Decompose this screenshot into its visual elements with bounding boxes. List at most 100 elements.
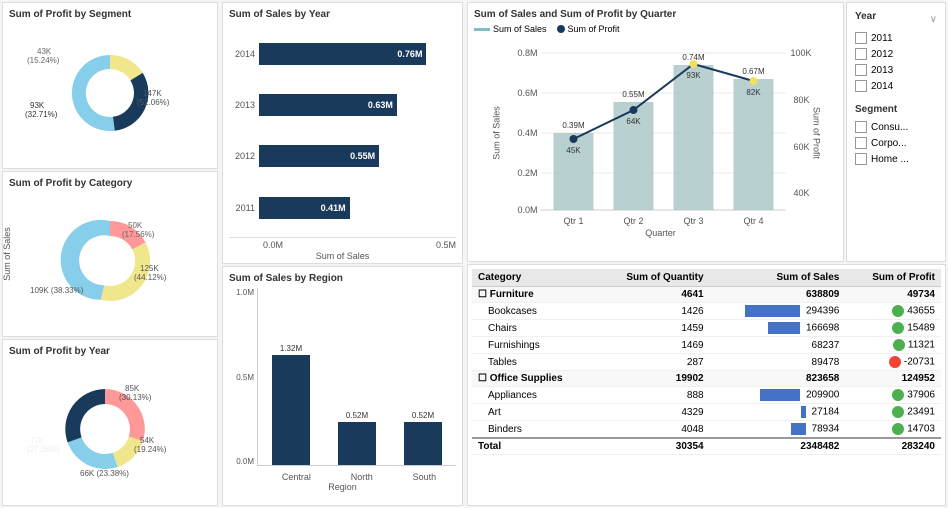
furniture-name: ☐ Furniture (472, 287, 595, 303)
svg-text:50K: 50K (128, 221, 143, 230)
year-2014-checkbox[interactable] (855, 80, 867, 92)
year-2012-checkbox[interactable] (855, 48, 867, 60)
furnishings-profit: 11321 (845, 337, 941, 354)
svg-text:Qtr 2: Qtr 2 (623, 216, 643, 226)
office-supplies-sales: 823658 (710, 371, 846, 387)
year-filter-title: Year (855, 11, 876, 22)
sales-by-region-chart: Sum of Sales by Region 1.0M 0.5M 0.0M 1.… (222, 266, 463, 506)
sales-by-year-title: Sum of Sales by Year (229, 9, 456, 20)
chairs-name: Chairs (472, 320, 595, 337)
furniture-sales: 638809 (710, 287, 846, 303)
data-table-container: Category Sum of Quantity Sum of Sales Su… (467, 264, 946, 506)
legend-sales-label: Sum of Sales (493, 24, 547, 34)
svg-text:60K: 60K (794, 142, 810, 152)
total-sales: 2348482 (710, 438, 846, 455)
svg-text:147K: 147K (143, 89, 162, 98)
segment-home-checkbox[interactable] (855, 153, 867, 165)
year-2013-checkbox[interactable] (855, 64, 867, 76)
svg-text:0.0M: 0.0M (518, 205, 538, 215)
svg-text:125K: 125K (140, 264, 159, 273)
svg-text:109K (38.33%): 109K (38.33%) (30, 286, 84, 295)
col-category: Category (472, 269, 595, 287)
year-label-2012: 2012 (235, 151, 255, 161)
binders-name: Binders (472, 421, 595, 439)
svg-text:(27.26%): (27.26%) (27, 445, 60, 454)
svg-text:45K: 45K (566, 146, 581, 155)
bar-central: 1.32M (272, 344, 310, 465)
bookcases-profit: 43655 (845, 303, 941, 320)
x-label-05: 0.5M (436, 240, 456, 250)
y-axis-region: 1.0M 0.5M 0.0M (229, 288, 257, 482)
year-filter-arrow[interactable]: ∨ (930, 14, 937, 25)
furniture-qty: 4641 (595, 287, 709, 303)
svg-text:Sum of Sales: Sum of Sales (492, 106, 502, 160)
segment-corporate-label: Corpo... (871, 138, 907, 149)
svg-text:0.6M: 0.6M (518, 88, 538, 98)
profit-by-segment-title: Sum of Profit by Segment (9, 9, 211, 20)
top-row: Sum of Sales and Sum of Profit by Quarte… (467, 2, 946, 262)
sales-by-region-title: Sum of Sales by Region (229, 273, 456, 284)
svg-text:(44.12%): (44.12%) (134, 273, 167, 282)
profit-by-segment-chart: Sum of Profit by Segment 43K (2, 2, 218, 169)
sales-bar-2013: 0.63M (259, 94, 456, 116)
office-supplies-name: ☐ Office Supplies (472, 371, 595, 387)
region-label-central: Central (282, 472, 311, 482)
tables-profit: -20731 (845, 354, 941, 371)
segment-home-item[interactable]: Home ... (855, 153, 937, 165)
y-label-05m: 0.5M (236, 373, 254, 382)
svg-text:Quarter: Quarter (645, 228, 676, 238)
svg-text:(52.06%): (52.06%) (137, 98, 170, 107)
combo-chart-title: Sum of Sales and Sum of Profit by Quarte… (474, 9, 837, 20)
svg-text:54K: 54K (140, 436, 155, 445)
year-2012-item[interactable]: 2012 (855, 48, 937, 60)
bar-q4 (734, 79, 774, 210)
year-label-2013: 2013 (235, 100, 255, 110)
segment-filter: Segment Consu... Corpo... Home ... (855, 104, 937, 165)
segment-corporate-checkbox[interactable] (855, 137, 867, 149)
furniture-profit: 49734 (845, 287, 941, 303)
table-row: Tables 287 89478 -20731 (472, 354, 941, 371)
segment-corporate-item[interactable]: Corpo... (855, 137, 937, 149)
svg-text:100K: 100K (791, 48, 812, 58)
table-header-row: Category Sum of Quantity Sum of Sales Su… (472, 269, 941, 287)
svg-text:43K: 43K (37, 47, 52, 56)
year-2013-item[interactable]: 2013 (855, 64, 937, 76)
x-axis-region-title: Region (229, 482, 456, 492)
profit-dot-q1 (570, 135, 578, 143)
svg-text:93K: 93K (30, 101, 45, 110)
table-row: Furnishings 1469 68237 11321 (472, 337, 941, 354)
sales-bar-2011: 0.41M (259, 197, 456, 219)
legend-profit-label: Sum of Profit (568, 24, 620, 34)
segment-consumer-label: Consu... (871, 122, 908, 133)
svg-text:66K (23.38%): 66K (23.38%) (80, 469, 129, 478)
svg-text:80K: 80K (794, 95, 810, 105)
furnishings-sales: 68237 (710, 337, 846, 354)
office-supplies-profit: 124952 (845, 371, 941, 387)
year-2011-item[interactable]: 2011 (855, 32, 937, 44)
art-profit: 23491 (845, 404, 941, 421)
sales-val-2011: 0.41M (321, 203, 346, 213)
filter-panel: Year ∨ 2011 2012 2013 (846, 2, 946, 262)
table-row: Chairs 1459 166698 15489 (472, 320, 941, 337)
sales-table: Category Sum of Quantity Sum of Sales Su… (472, 269, 941, 455)
bookcases-name: Bookcases (472, 303, 595, 320)
tables-qty: 287 (595, 354, 709, 371)
svg-text:0.4M: 0.4M (518, 128, 538, 138)
binders-profit: 14703 (845, 421, 941, 439)
year-2011-checkbox[interactable] (855, 32, 867, 44)
year-label-2011: 2011 (236, 203, 255, 213)
segment-consumer-item[interactable]: Consu... (855, 121, 937, 133)
year-2014-label: 2014 (871, 81, 893, 92)
donut-category-container: 50K (17.56%) 125K (44.12%) 109K (38.33%) (9, 193, 211, 328)
art-name: Art (472, 404, 595, 421)
year-2014-item[interactable]: 2014 (855, 80, 937, 92)
year-2012-label: 2012 (871, 49, 893, 60)
svg-text:(32.71%): (32.71%) (25, 110, 58, 119)
sales-val-2013: 0.63M (368, 100, 393, 110)
segment-consumer-checkbox[interactable] (855, 121, 867, 133)
y-label-1m: 1.0M (236, 288, 254, 297)
bar-label-central: 1.32M (280, 344, 302, 353)
svg-text:85K: 85K (125, 384, 140, 393)
profit-by-category-chart: Sum of Profit by Category 50K (17.56%) 1… (2, 171, 218, 338)
tables-name: Tables (472, 354, 595, 371)
